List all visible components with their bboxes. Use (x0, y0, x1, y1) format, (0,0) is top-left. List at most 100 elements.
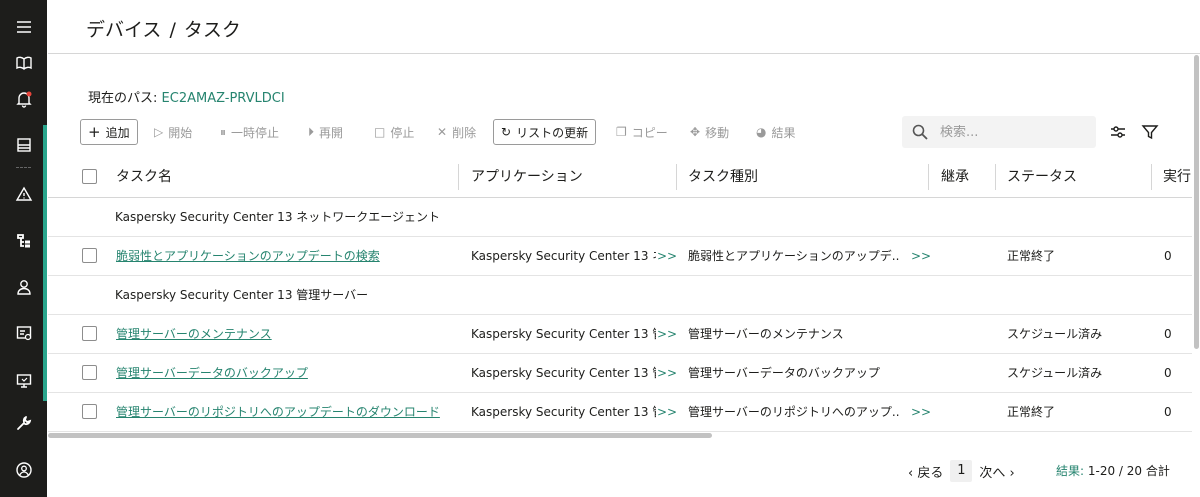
report-icon (16, 326, 31, 341)
pie-chart-icon: ◕ (756, 125, 767, 139)
row-checkbox[interactable] (82, 326, 97, 341)
task-type-cell: 管理サーバーのリポジトリへのアップ... (688, 405, 900, 419)
add-button[interactable]: + 追加 (80, 119, 138, 145)
menu-button[interactable] (0, 8, 47, 46)
table-row[interactable]: 管理サーバーのメンテナンス Kaspersky Security Center … (48, 315, 1192, 354)
sidebar (0, 0, 47, 497)
sidebar-item-reports[interactable] (0, 314, 47, 352)
row-checkbox[interactable] (82, 365, 97, 380)
sidebar-divider (16, 167, 31, 168)
application-more-link[interactable]: >> (657, 315, 677, 353)
move-icon: ✥ (690, 125, 701, 139)
pause-icon: ⏸ (220, 124, 227, 139)
task-type-cell: 管理サーバーデータのバックアップ (688, 366, 880, 380)
copy-icon: ❐ (616, 125, 627, 139)
filter-button[interactable] (1140, 122, 1160, 142)
group-title: Kaspersky Security Center 13 管理サーバー (115, 288, 369, 302)
column-divider[interactable] (676, 164, 677, 190)
column-settings-button[interactable] (1108, 122, 1128, 142)
application-cell: Kaspersky Security Center 13 管... (471, 366, 656, 380)
search-icon (912, 124, 928, 140)
vertical-scrollbar-thumb[interactable] (1194, 55, 1199, 349)
pause-button[interactable]: ⏸ 一時停止 (220, 119, 279, 145)
sidebar-item-users[interactable] (0, 268, 47, 306)
next-page-button[interactable]: 次へ › (979, 462, 1014, 481)
task-name-link[interactable]: 管理サーバーのメンテナンス (116, 315, 446, 353)
column-header-application[interactable]: アプリケーション (471, 157, 671, 197)
column-header-status[interactable]: ステータス (1007, 157, 1147, 197)
status-cell: 正常終了 (1007, 249, 1056, 263)
results-button[interactable]: ◕ 結果 (756, 119, 796, 145)
horizontal-scrollbar-thumb[interactable] (48, 433, 712, 438)
breadcrumb-devices[interactable]: デバイス (86, 19, 161, 41)
sidebar-item-settings[interactable] (0, 404, 47, 442)
resume-button[interactable]: ⏵ 再開 (308, 119, 343, 145)
sidebar-item-discovery[interactable] (0, 362, 47, 400)
select-all-checkbox[interactable] (82, 169, 97, 184)
column-divider[interactable] (928, 164, 929, 190)
search-input[interactable] (940, 124, 1080, 140)
runs-cell: 0 (1164, 249, 1172, 263)
task-type-more-link[interactable]: >> (911, 393, 931, 431)
results-label: 結果: (1056, 464, 1085, 478)
book-icon (15, 56, 32, 70)
column-header-inheritance[interactable]: 継承 (941, 157, 991, 197)
application-more-link[interactable]: >> (657, 237, 677, 275)
task-type-more-link[interactable]: >> (911, 237, 931, 275)
column-header-task-name[interactable]: タスク名 (116, 157, 436, 197)
pagination: ‹ 戻る 1 次へ › (908, 458, 1015, 484)
stop-button[interactable]: □ 停止 (374, 119, 414, 145)
status-cell: スケジュール済み (1007, 366, 1103, 380)
filter-icon (1141, 125, 1159, 140)
column-divider[interactable] (458, 164, 459, 190)
current-path-link[interactable]: EC2AMAZ-PRVLDCI (162, 91, 285, 106)
column-divider[interactable] (995, 164, 996, 190)
sidebar-item-monitoring[interactable] (0, 126, 47, 164)
chevron-left-icon: ‹ (908, 465, 918, 481)
table-row[interactable]: 管理サーバーのリポジトリへのアップデートのダウンロード Kaspersky Se… (48, 393, 1192, 432)
runs-cell: 0 (1164, 327, 1172, 341)
resume-icon: ⏵ (308, 124, 315, 139)
prev-page-button[interactable]: ‹ 戻る (908, 462, 943, 481)
plus-icon: + (88, 123, 101, 141)
table-row[interactable]: 管理サーバーデータのバックアップ Kaspersky Security Cent… (48, 354, 1192, 393)
start-button[interactable]: ▷ 開始 (154, 119, 192, 145)
page-number[interactable]: 1 (950, 460, 973, 482)
horizontal-scrollbar[interactable] (48, 433, 1192, 439)
copy-button[interactable]: ❐ コピー (616, 119, 668, 145)
breadcrumb: デバイス / タスク (86, 15, 241, 42)
move-button-label: 移動 (705, 125, 730, 140)
sidebar-item-devices[interactable] (0, 222, 47, 260)
task-name-link[interactable]: 脆弱性とアプリケーションのアップデートの検索 (116, 237, 446, 275)
sidebar-active-indicator (43, 125, 47, 401)
row-checkbox[interactable] (82, 248, 97, 263)
column-header-runs[interactable]: 実行 (1163, 157, 1192, 197)
account-icon (15, 462, 32, 478)
user-icon (16, 280, 31, 295)
monitor-icon (16, 374, 31, 388)
column-header-task-type[interactable]: タスク種別 (688, 157, 888, 197)
sidebar-item-documentation[interactable] (0, 44, 47, 82)
sidebar-item-account[interactable] (0, 451, 47, 489)
row-checkbox[interactable] (82, 404, 97, 419)
runs-cell: 0 (1164, 405, 1172, 419)
server-icon (16, 138, 31, 152)
sidebar-item-notifications[interactable] (0, 80, 47, 118)
column-divider[interactable] (1151, 164, 1152, 190)
table-row[interactable]: 脆弱性とアプリケーションのアップデートの検索 Kaspersky Securit… (48, 237, 1192, 276)
task-name-link[interactable]: 管理サーバーのリポジトリへのアップデートのダウンロード (116, 393, 456, 431)
task-type-cell: 脆弱性とアプリケーションのアップデ... (688, 249, 900, 263)
devices-tree-icon (16, 234, 30, 248)
delete-button[interactable]: ✕ 削除 (437, 119, 476, 145)
refresh-list-button[interactable]: ↻ リストの更新 (493, 119, 597, 145)
next-page-label: 次へ (979, 465, 1006, 481)
application-more-link[interactable]: >> (657, 393, 677, 431)
results-button-label: 結果 (771, 125, 796, 140)
application-more-link[interactable]: >> (657, 354, 677, 392)
move-button[interactable]: ✥ 移動 (690, 119, 729, 145)
task-name-link[interactable]: 管理サーバーデータのバックアップ (116, 354, 446, 392)
sidebar-item-alerts[interactable] (0, 175, 47, 213)
search-box (902, 116, 1096, 148)
vertical-scrollbar[interactable] (1194, 55, 1200, 497)
refresh-list-button-label: リストの更新 (516, 125, 589, 140)
